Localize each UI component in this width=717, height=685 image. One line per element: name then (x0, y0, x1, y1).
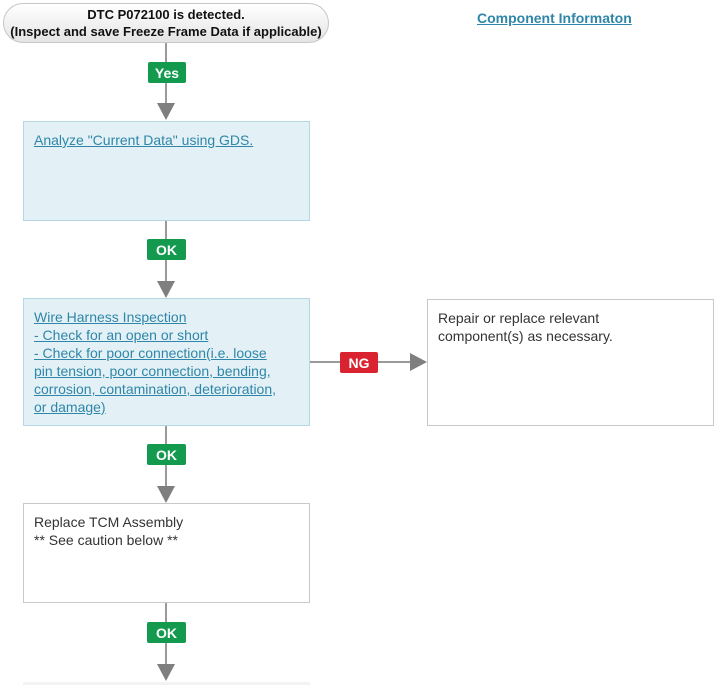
down-arrow-icon (157, 664, 175, 681)
ng-badge: NG (340, 352, 378, 373)
step-replace-tcm: Replace TCM Assembly ** See caution belo… (23, 503, 310, 603)
start-node: DTC P072100 is detected. (Inspect and sa… (3, 3, 329, 43)
replace-tcm-line: Replace TCM Assembly (34, 514, 184, 530)
wire-harness-line: - Check for an open or short (34, 327, 209, 343)
right-arrow-icon (410, 353, 427, 371)
wire-harness-line: Wire Harness Inspection (34, 309, 187, 325)
step-analyze-current-data: Analyze "Current Data" using GDS. (23, 121, 310, 221)
down-arrow-icon (157, 103, 175, 120)
repair-line: Repair or replace relevant (438, 310, 600, 326)
wire-harness-line: pin tension, poor connection, bending, (34, 363, 271, 379)
wire-harness-line: corrosion, contamination, deterioration, (34, 381, 277, 397)
wire-harness-line: or damage) (34, 399, 106, 415)
analyze-current-data-link[interactable]: Analyze "Current Data" using GDS. (34, 131, 299, 149)
ok-badge: OK (147, 444, 186, 465)
caution-line: ** See caution below ** (34, 532, 178, 548)
down-arrow-icon (157, 486, 175, 503)
start-line-1: DTC P072100 is detected. (87, 7, 245, 22)
wire-harness-line: - Check for poor connection(i.e. loose (34, 345, 267, 361)
down-arrow-icon (157, 281, 175, 298)
ok-badge: OK (147, 239, 186, 260)
repair-line: component(s) as necessary. (438, 328, 613, 344)
component-information-link[interactable]: Component Informaton (477, 10, 632, 26)
start-line-2: (Inspect and save Freeze Frame Data if a… (10, 24, 322, 39)
ok-badge: OK (147, 622, 186, 643)
step-wire-harness-inspection: Wire Harness Inspection - Check for an o… (23, 298, 310, 426)
repair-replace-box: Repair or replace relevant component(s) … (427, 299, 714, 426)
yes-badge: Yes (148, 62, 186, 83)
wire-harness-inspection-link[interactable]: Wire Harness Inspection - Check for an o… (34, 308, 299, 416)
